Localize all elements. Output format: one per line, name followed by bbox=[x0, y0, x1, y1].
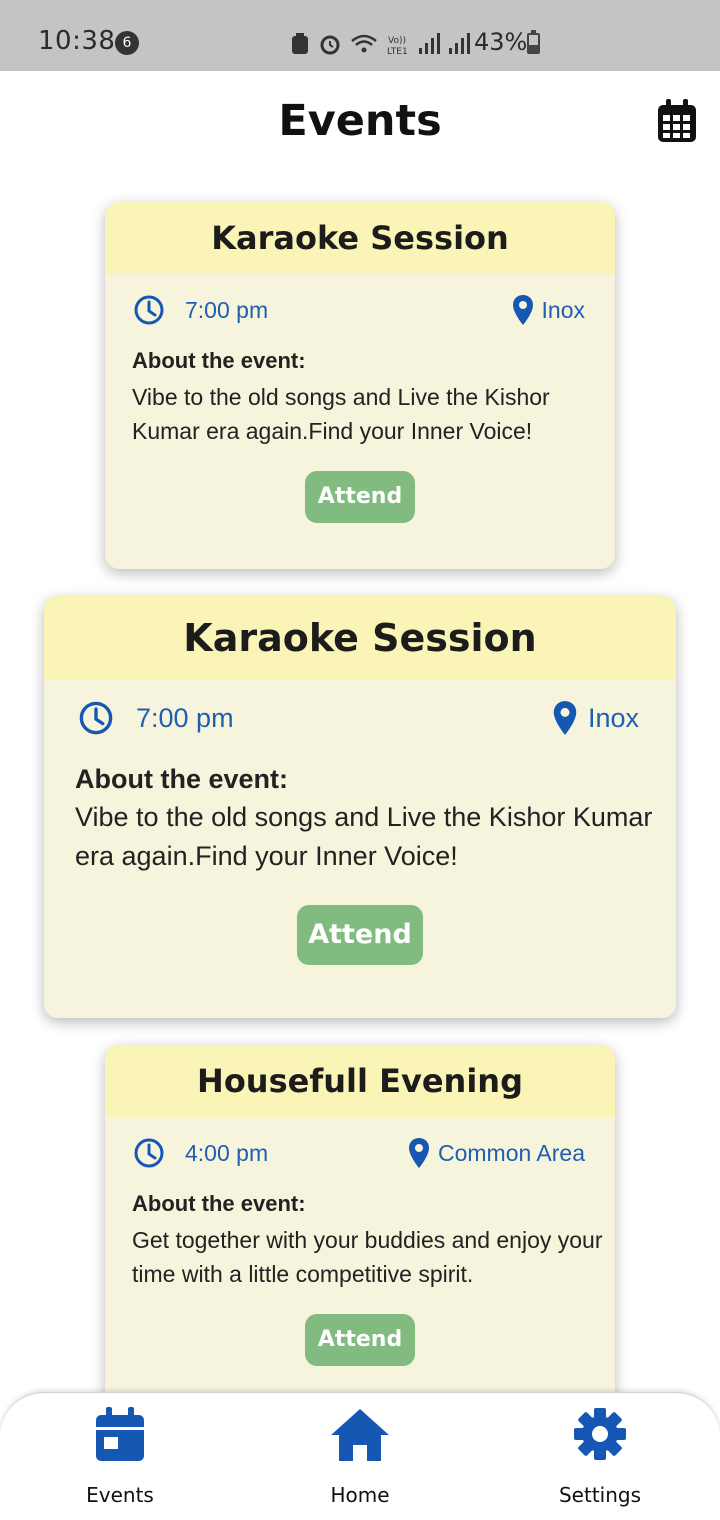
nav-item-settings[interactable]: Settings bbox=[520, 1393, 680, 1520]
event-title: Karaoke Session bbox=[44, 596, 676, 680]
event-time: 4:00 pm bbox=[133, 1137, 268, 1169]
event-card: Housefull Evening 4:00 pm Common Area Ab… bbox=[105, 1045, 615, 1445]
calendar-icon bbox=[96, 1407, 144, 1461]
clock-icon bbox=[79, 701, 113, 735]
attend-button[interactable]: Attend bbox=[305, 471, 415, 523]
event-title: Karaoke Session bbox=[105, 202, 615, 274]
status-bar: 10:38 6 Vo)) LTE1 43% bbox=[0, 0, 720, 71]
clock-icon bbox=[134, 1138, 164, 1168]
event-time: 7:00 pm bbox=[78, 700, 234, 736]
nav-label: Home bbox=[330, 1483, 390, 1507]
clock-icon bbox=[134, 295, 164, 325]
event-location: Inox bbox=[512, 294, 585, 326]
bottom-navigation: Events Home Settings bbox=[0, 1392, 720, 1520]
attend-button[interactable]: Attend bbox=[305, 1314, 415, 1366]
event-time-text: 7:00 pm bbox=[136, 702, 234, 733]
about-label: About the event: bbox=[132, 348, 306, 373]
svg-text:Vo)): Vo)) bbox=[388, 36, 406, 46]
notification-count-badge: 6 bbox=[115, 31, 139, 55]
calendar-icon[interactable] bbox=[657, 99, 697, 143]
page-title: Events bbox=[278, 96, 442, 146]
about-label: About the event: bbox=[132, 1191, 306, 1216]
event-time-text: 4:00 pm bbox=[185, 1139, 269, 1166]
about-text: Vibe to the old songs and Live the Kisho… bbox=[132, 384, 550, 444]
about-label: About the event: bbox=[75, 764, 288, 794]
event-title: Housefull Evening bbox=[105, 1045, 615, 1117]
event-time-text: 7:00 pm bbox=[185, 296, 269, 323]
event-card: Karaoke Session 7:00 pm Inox About the e… bbox=[105, 202, 615, 569]
signal-icon-2 bbox=[449, 33, 470, 54]
status-icons: Vo)) LTE1 bbox=[290, 30, 470, 58]
about-text: Vibe to the old songs and Live the Kisho… bbox=[75, 802, 653, 871]
location-pin-icon bbox=[408, 1138, 429, 1168]
location-pin-icon bbox=[512, 295, 533, 325]
battery-icon bbox=[527, 30, 540, 54]
nav-label: Settings bbox=[558, 1483, 642, 1507]
about-text: Get together with your buddies and enjoy… bbox=[132, 1227, 603, 1287]
gear-icon bbox=[574, 1408, 626, 1460]
status-time: 10:38 bbox=[38, 26, 116, 56]
event-location-text: Inox bbox=[587, 702, 639, 733]
location-pin-icon bbox=[553, 701, 577, 735]
event-time: 7:00 pm bbox=[133, 294, 268, 326]
wifi-icon bbox=[351, 34, 377, 53]
svg-text:LTE1: LTE1 bbox=[387, 47, 408, 56]
attend-button[interactable]: Attend bbox=[297, 905, 423, 965]
nav-item-events[interactable]: Events bbox=[40, 1393, 200, 1520]
nav-label: Events bbox=[86, 1483, 154, 1507]
event-location: Common Area bbox=[408, 1137, 585, 1169]
event-location-text: Inox bbox=[541, 296, 585, 323]
app-header: Events bbox=[0, 71, 720, 171]
recycle-icon bbox=[292, 33, 308, 54]
home-icon bbox=[331, 1409, 389, 1461]
event-location: Inox bbox=[552, 700, 639, 736]
nav-item-home[interactable]: Home bbox=[280, 1393, 440, 1520]
signal-icon bbox=[419, 33, 440, 54]
event-card: Karaoke Session 7:00 pm Inox About the e… bbox=[44, 596, 676, 1018]
battery-percentage: 43% bbox=[474, 28, 528, 56]
event-location-text: Common Area bbox=[437, 1139, 585, 1166]
volte-icon: Vo))LTE1 bbox=[387, 36, 408, 56]
alarm-icon bbox=[320, 35, 340, 55]
